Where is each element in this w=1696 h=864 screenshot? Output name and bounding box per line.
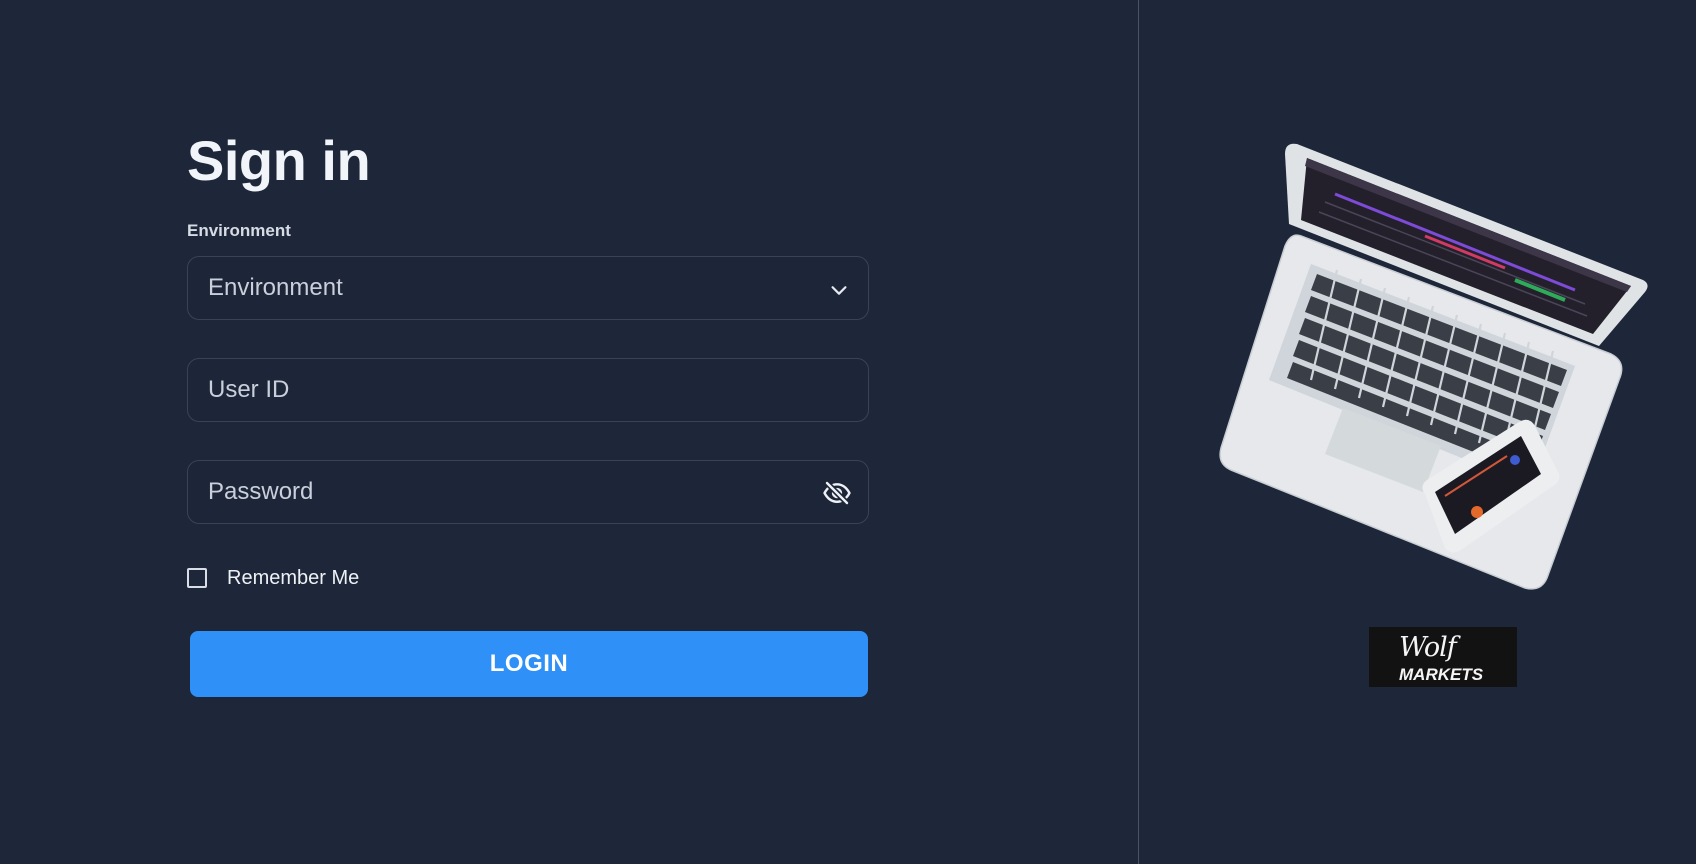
environment-select[interactable]: Environment: [187, 256, 869, 320]
wolf-markets-logo: Wolf MARKETS: [1369, 627, 1517, 687]
password-field[interactable]: Password: [187, 460, 869, 524]
user-id-field[interactable]: User ID: [187, 358, 869, 422]
environment-select-value: Environment: [208, 274, 343, 301]
laptop-phone-illustration: [1219, 143, 1648, 590]
logo-wordmark-markets: MARKETS: [1399, 665, 1484, 684]
remember-me-checkbox[interactable]: Remember Me: [187, 566, 359, 590]
login-button[interactable]: LOGIN: [190, 631, 868, 697]
chevron-down-icon: [831, 286, 847, 295]
page-title: Sign in: [187, 129, 371, 192]
login-pane: Sign in Environment Environment User ID …: [0, 0, 1138, 864]
checkbox-box[interactable]: [187, 568, 207, 588]
branding-pane: Wolf MARKETS: [1139, 0, 1696, 864]
remember-me-label: Remember Me: [227, 566, 360, 589]
environment-label: Environment: [187, 221, 291, 240]
eye-off-icon[interactable]: [822, 478, 852, 508]
logo-wordmark-wolf: Wolf: [1399, 632, 1457, 663]
password-placeholder: Password: [208, 478, 314, 505]
user-id-placeholder: User ID: [208, 376, 290, 403]
